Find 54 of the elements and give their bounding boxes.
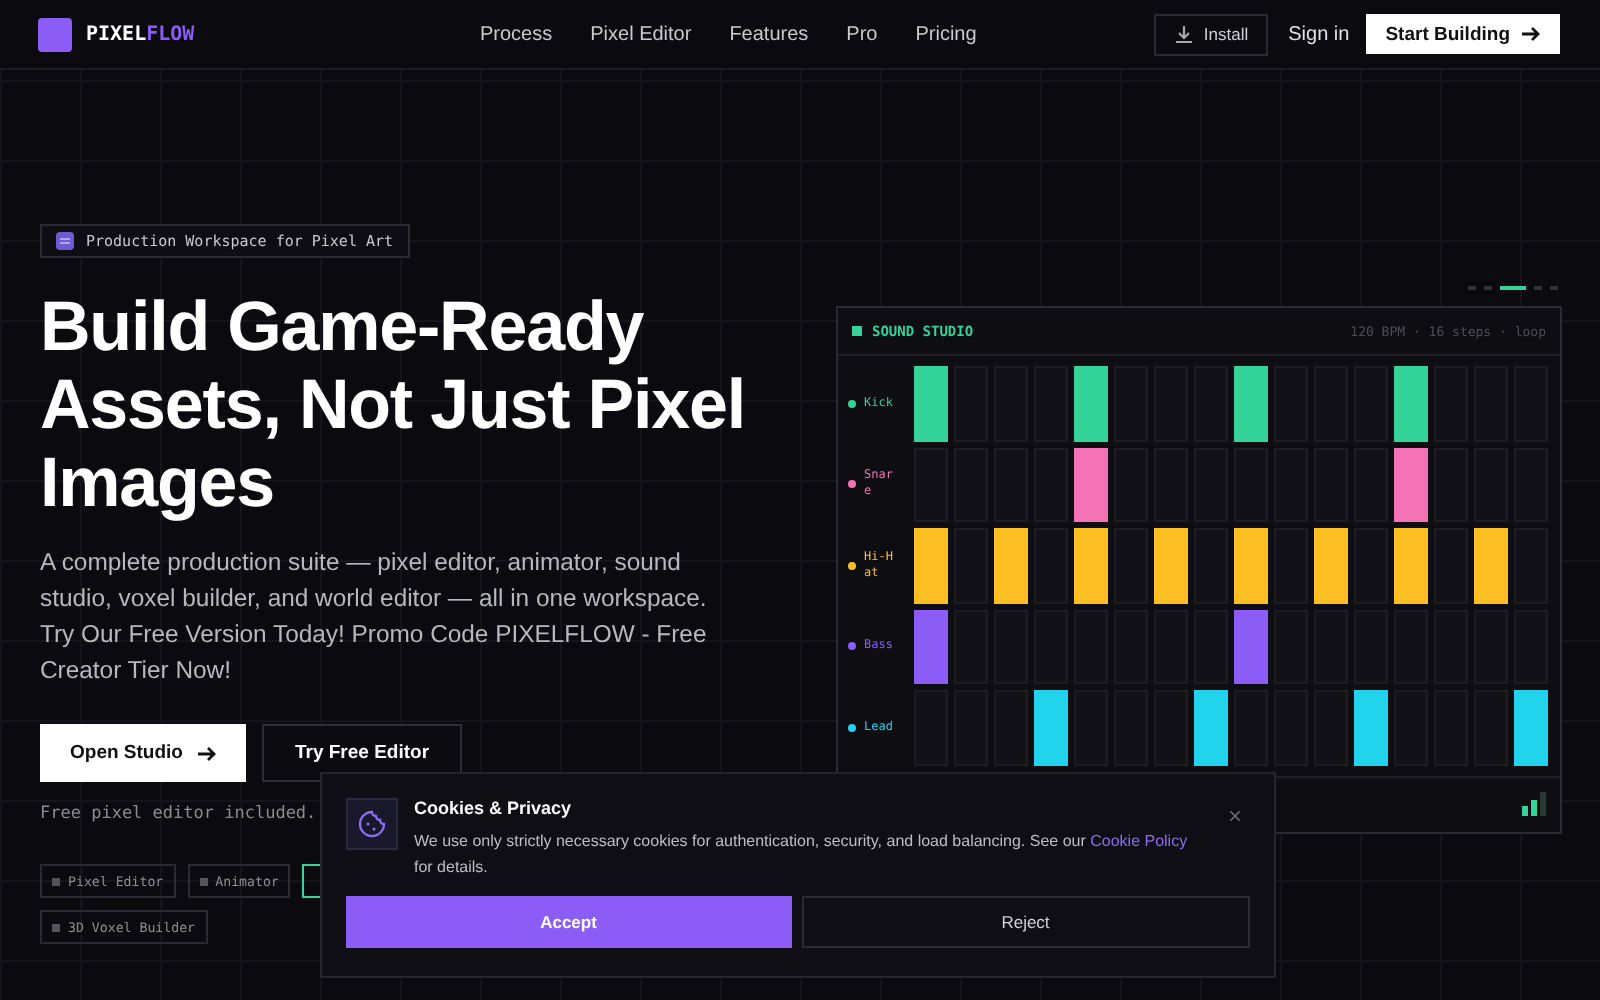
step-cell[interactable] <box>1074 447 1108 522</box>
arrow-right-icon <box>1520 24 1540 44</box>
nav-link[interactable]: Pricing <box>915 23 977 45</box>
sign-in-link[interactable]: Sign in <box>1288 23 1350 45</box>
reject-button[interactable]: Reject <box>801 896 1250 948</box>
slide-indicator[interactable] <box>1534 286 1542 290</box>
step-cell[interactable] <box>994 528 1028 603</box>
logo-icon <box>38 17 72 51</box>
square-icon <box>52 877 60 885</box>
step-cell[interactable] <box>1034 690 1068 765</box>
step-cell[interactable] <box>914 366 948 441</box>
hero-description: A complete production suite — pixel editor, animator, sound studio, voxel builder, and world editor — all in one workspace. Try Our Free Version Today! Promo Code PIXELFLOW - Free Creator Tier Now! <box>40 546 709 688</box>
start-building-button[interactable]: Start Building <box>1365 14 1560 54</box>
step-cell[interactable] <box>1394 447 1428 522</box>
download-icon <box>1173 24 1194 44</box>
square-icon <box>52 923 60 931</box>
install-button[interactable]: Install <box>1153 13 1269 55</box>
slide-indicator[interactable] <box>1550 286 1558 290</box>
cookie-text: We use only strictly necessary cookies for authentication, security, and load balancing. See our Cookie Policy for details. <box>414 830 1190 880</box>
nav-link[interactable]: Pro <box>846 23 878 45</box>
slide-indicator[interactable] <box>1500 286 1526 290</box>
slide-indicator[interactable] <box>1484 286 1492 290</box>
slide-indicator[interactable] <box>1468 286 1476 290</box>
step-cell[interactable] <box>1074 366 1108 441</box>
step-cell[interactable] <box>1234 609 1268 684</box>
cookie-policy-link[interactable]: Cookie Policy <box>1090 832 1188 850</box>
nav-link[interactable]: Pixel Editor <box>590 23 692 45</box>
step-cell[interactable] <box>1394 366 1428 441</box>
step-cell[interactable] <box>1474 528 1508 603</box>
step-cell[interactable] <box>1074 528 1108 603</box>
step-cell[interactable] <box>1194 690 1228 765</box>
step-cell[interactable] <box>1154 528 1188 603</box>
open-studio-button[interactable]: Open Studio <box>40 724 247 782</box>
square-icon <box>852 326 862 336</box>
arrow-right-icon <box>196 743 217 763</box>
step-cell[interactable] <box>1514 690 1548 765</box>
step-cell[interactable] <box>914 528 948 603</box>
step-cell[interactable] <box>1394 528 1428 603</box>
step-cell[interactable] <box>1314 528 1348 603</box>
step-cell[interactable] <box>914 609 948 684</box>
square-icon <box>199 877 208 885</box>
step-cell[interactable] <box>1234 366 1268 441</box>
nav-link[interactable]: Process <box>480 23 553 45</box>
hero-title: Build Game-Ready Assets, Not Just Pixel Images <box>40 288 747 522</box>
cookie-title: Cookies & Privacy <box>414 798 574 818</box>
signal-bars-icon <box>1522 792 1546 816</box>
layers-icon <box>56 232 74 250</box>
step-cell[interactable] <box>1354 690 1388 765</box>
step-cell[interactable] <box>1234 528 1268 603</box>
nav-link[interactable]: Features <box>729 23 809 45</box>
accept-button[interactable]: Accept <box>346 896 791 948</box>
cookie-icon <box>346 798 398 850</box>
free-note: Free pixel editor included. <box>40 804 317 824</box>
brand-name[interactable]: PIXELFLOW <box>86 23 195 45</box>
